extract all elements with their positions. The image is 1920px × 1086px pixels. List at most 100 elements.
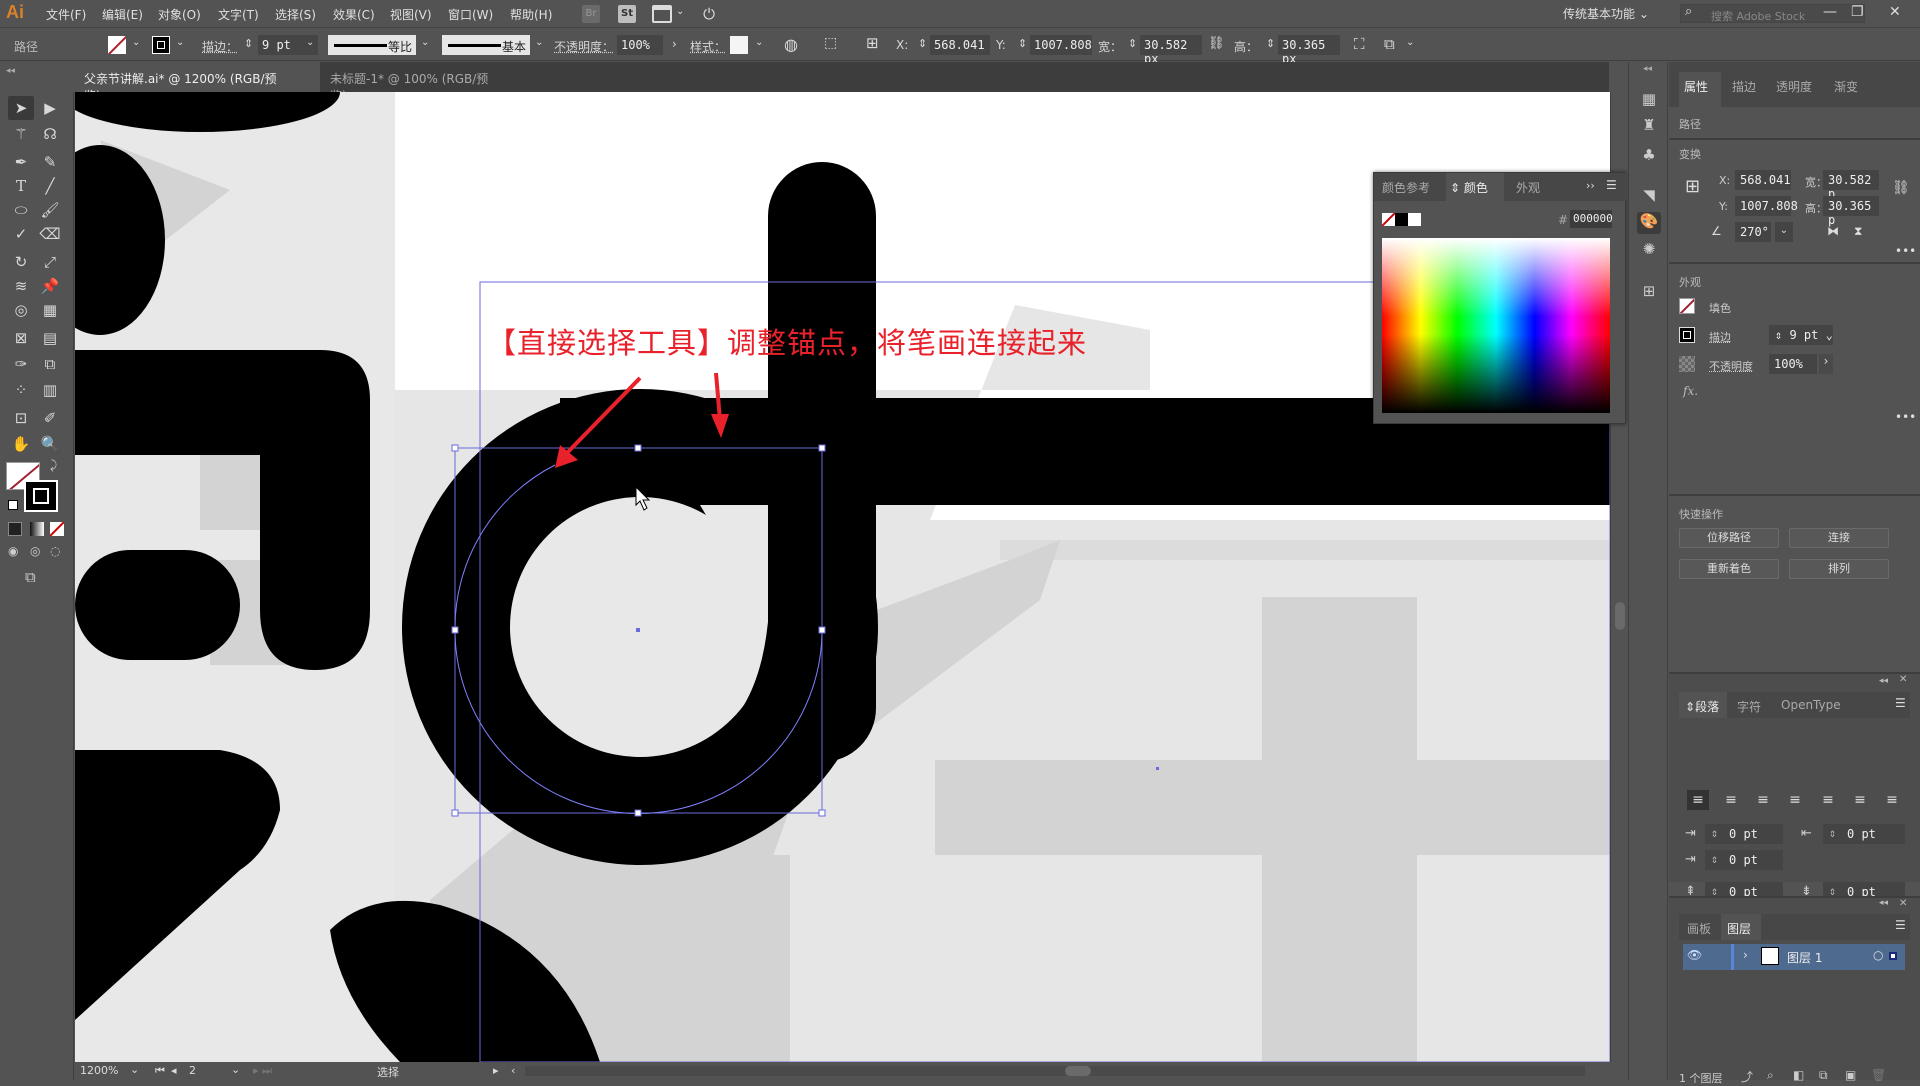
collapse-icon[interactable]: ◂◂ — [1879, 676, 1888, 686]
width-input[interactable]: 30.582 p — [1823, 170, 1879, 201]
stroke-color-box[interactable] — [24, 480, 58, 512]
mesh-tool[interactable]: ⊠ — [8, 326, 34, 350]
puppet-warp-tool[interactable]: 📌 — [37, 274, 63, 298]
tab-document-1[interactable]: 父亲节讲解.ai* @ 1200% (RGB/预览)× — [74, 62, 320, 103]
justify-all-button[interactable]: ≡ — [1881, 790, 1903, 810]
chevron-right-icon[interactable]: › — [1819, 354, 1833, 374]
visibility-eye-icon[interactable]: 👁 — [1687, 948, 1702, 962]
opacity-label[interactable]: 不透明度 — [1709, 358, 1753, 374]
join-button[interactable]: 连接 — [1789, 528, 1889, 548]
stock-search-input[interactable]: 搜索 Adobe Stock — [1680, 4, 1865, 23]
scrollbar-thumb[interactable] — [1615, 602, 1625, 630]
gradient-mode-icon[interactable] — [30, 522, 44, 536]
none-mode-icon[interactable] — [50, 522, 64, 536]
restore-button[interactable]: ❐ — [1851, 4, 1864, 20]
menu-object[interactable]: 对象(O) — [158, 6, 201, 23]
tab-character[interactable]: 字符 — [1737, 698, 1761, 715]
fx-icon[interactable]: fx. — [1683, 384, 1698, 398]
shape-builder-tool[interactable]: ◎ — [8, 298, 34, 322]
artboard-tool[interactable]: ⊡ — [8, 406, 34, 430]
magic-wand-tool[interactable]: ⚚ — [8, 122, 34, 146]
y-input[interactable]: 1007.808 — [1735, 196, 1798, 216]
recolor-button[interactable]: 重新着色 — [1679, 559, 1779, 579]
panel-menu-icon[interactable]: ☰ — [1895, 918, 1906, 932]
justify-left-button[interactable]: ≡ — [1784, 790, 1806, 810]
angle-input[interactable]: 270° — [1735, 222, 1771, 242]
more-options-icon[interactable]: ••• — [1895, 410, 1916, 424]
opacity-input[interactable]: 100% — [617, 35, 663, 55]
graphic-style-swatch[interactable] — [730, 36, 748, 54]
close-window-button[interactable]: ✕ — [1889, 4, 1901, 20]
previous-artboard-icon[interactable]: ◂ — [171, 1064, 177, 1077]
panel-menu-icon[interactable]: ☰ — [1606, 178, 1617, 192]
ellipse-tool[interactable]: ⬭ — [8, 198, 34, 222]
stroke-label[interactable]: 描边： — [202, 38, 238, 55]
right-indent-input[interactable]: 0 pt — [1823, 824, 1905, 844]
reference-point-icon[interactable]: ⊞ — [866, 34, 879, 52]
color-panel-icon[interactable]: 🎨 — [1637, 212, 1661, 234]
current-tool-label[interactable]: 选择 — [377, 1064, 399, 1080]
layer-row[interactable]: 👁 › 图层 1 ○ — [1683, 944, 1905, 970]
draw-inside-icon[interactable]: ◌ — [50, 544, 60, 558]
line-tool[interactable]: ╱ — [37, 174, 63, 198]
draw-behind-icon[interactable]: ◎ — [30, 544, 40, 558]
stroke-label[interactable]: 描边 — [1709, 329, 1731, 345]
stroke-swatch[interactable] — [1679, 327, 1695, 343]
tab-transparency[interactable]: 透明度 — [1776, 78, 1812, 95]
height-input[interactable]: 30.365 px — [1278, 35, 1340, 66]
swap-colors-icon[interactable]: ⤸ — [50, 458, 57, 473]
selection-indicator[interactable] — [1889, 952, 1897, 960]
width-input[interactable]: 30.582 px — [1140, 35, 1202, 66]
chevron-down-icon[interactable]: ⌄ — [1775, 222, 1793, 242]
column-graph-tool[interactable]: ▥ — [37, 378, 63, 402]
horizontal-scrollbar[interactable] — [525, 1066, 1585, 1076]
expand-layer-icon[interactable]: › — [1743, 948, 1748, 962]
tab-artboards[interactable]: 画板 — [1687, 920, 1711, 937]
shaper-tool[interactable]: ✓ — [8, 222, 34, 246]
chevron-down-icon[interactable]: ⌄ — [231, 1063, 240, 1076]
style-label[interactable]: 样式： — [690, 38, 726, 55]
close-panel-icon[interactable]: ✕ — [1899, 674, 1907, 685]
recolor-artwork-icon[interactable]: ◍ — [784, 35, 798, 54]
offset-path-button[interactable]: 位移路径 — [1679, 528, 1779, 548]
locate-object-icon[interactable]: ⌕ — [1767, 1068, 1774, 1083]
constrain-proportions-icon[interactable]: ⛓ — [1208, 36, 1225, 51]
screen-mode-icon[interactable]: ⧉ — [25, 568, 36, 586]
toolbar-collapse-icon[interactable]: ◂◂ — [0, 62, 74, 92]
tab-properties[interactable]: 属性 — [1684, 78, 1708, 95]
brushes-icon[interactable]: ♜ — [1637, 116, 1661, 138]
chevron-down-icon[interactable]: ⌄ — [1406, 37, 1414, 48]
menu-view[interactable]: 视图(V) — [390, 6, 432, 23]
color-guide-icon[interactable]: ◥ — [1637, 186, 1661, 208]
eraser-tool[interactable]: ⌫ — [37, 222, 63, 246]
menu-select[interactable]: 选择(S) — [275, 6, 316, 23]
chevron-down-icon[interactable]: ⌄ — [306, 37, 314, 48]
warp-tool[interactable]: ≋ — [8, 274, 34, 298]
isolate-object-icon[interactable]: ⧉ — [1384, 35, 1395, 53]
lasso-tool[interactable]: ☊ — [37, 122, 63, 146]
appearance-icon[interactable]: ✺ — [1637, 240, 1661, 262]
collapse-icon[interactable]: ◂◂ — [1879, 898, 1888, 908]
panel-menu-icon[interactable]: ☰ — [1895, 696, 1906, 710]
tab-color[interactable]: ⇕ 颜色 — [1450, 179, 1488, 196]
hex-input[interactable]: 000000 — [1570, 210, 1613, 228]
color-mode-icon[interactable] — [8, 522, 22, 536]
menu-effect[interactable]: 效果(C) — [333, 6, 375, 23]
libraries-icon[interactable]: ▦ — [1637, 90, 1661, 112]
collect-export-icon[interactable]: ⤴ — [1741, 1068, 1753, 1085]
first-artboard-icon[interactable]: ⏮ — [155, 1064, 165, 1078]
hand-tool[interactable]: ✋ — [8, 432, 34, 456]
more-options-icon[interactable]: ••• — [1895, 244, 1916, 258]
chevron-down-icon[interactable]: ⌄ — [130, 1063, 139, 1076]
align-options-icon[interactable]: ⬚ — [824, 35, 837, 51]
arrange-documents-icon[interactable] — [652, 5, 672, 23]
brush-definition[interactable]: 基本 — [442, 35, 530, 55]
tab-stroke[interactable]: 描边 — [1732, 78, 1756, 95]
status-menu-icon[interactable]: ▸ — [493, 1064, 499, 1077]
x-input[interactable]: 568.041 — [930, 35, 990, 55]
fill-swatch[interactable] — [1679, 298, 1695, 314]
curvature-tool[interactable]: ✎ — [37, 150, 63, 174]
fill-label[interactable]: 填色 — [1709, 300, 1731, 316]
paintbrush-tool[interactable]: 🖌 — [37, 198, 63, 222]
chevron-down-icon[interactable]: ⌄ — [132, 37, 140, 48]
